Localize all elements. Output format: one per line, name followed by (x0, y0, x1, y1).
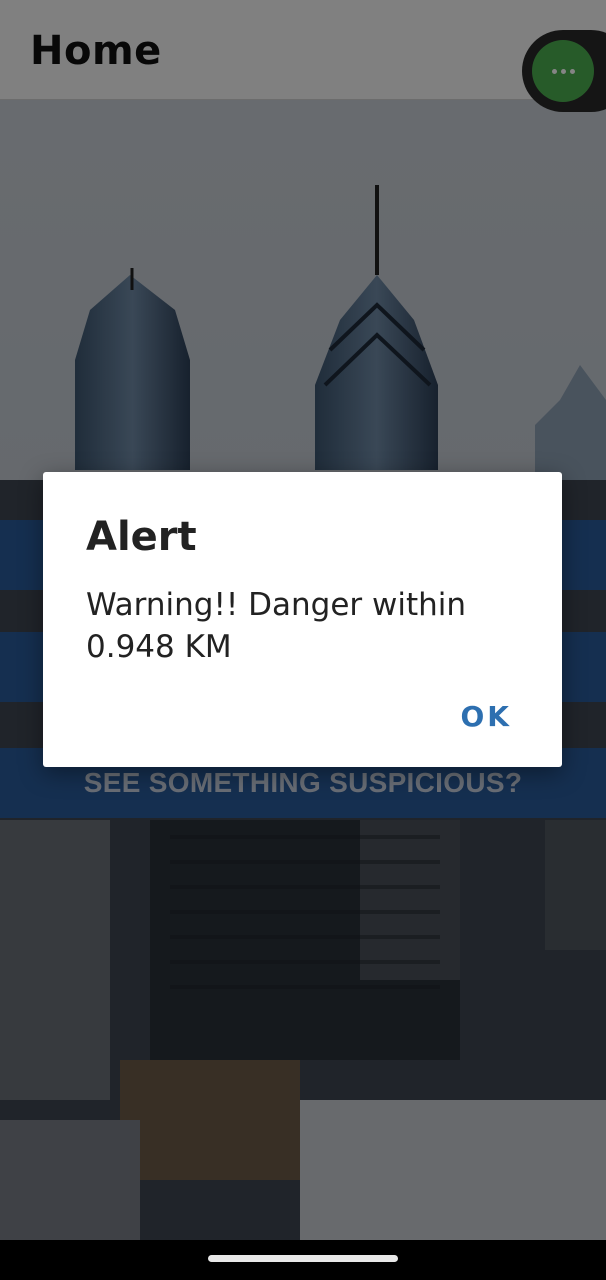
home-gesture-handle[interactable] (208, 1255, 398, 1262)
alert-dialog: Alert Warning!! Danger within 0.948 KM O… (43, 472, 562, 767)
ok-button[interactable]: OK (461, 700, 513, 733)
system-nav-bar (0, 1240, 606, 1280)
dialog-message: Warning!! Danger within 0.948 KM (86, 587, 467, 665)
dialog-title: Alert (86, 514, 197, 560)
